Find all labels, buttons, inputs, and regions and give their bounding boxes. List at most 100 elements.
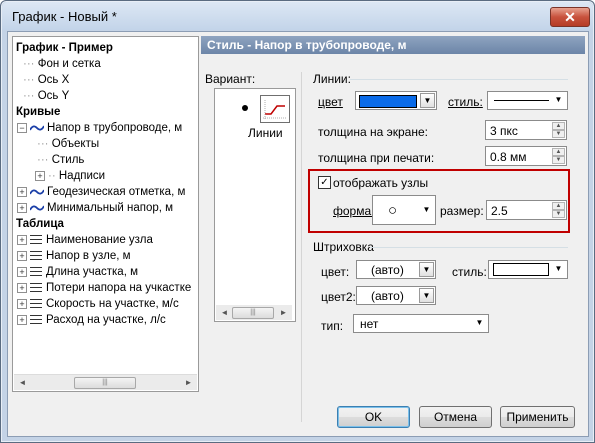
- chevron-down-icon[interactable]: ▼: [419, 203, 434, 218]
- print-width-value[interactable]: 0.8 мм: [490, 150, 527, 164]
- panel-divider: [301, 72, 302, 422]
- hatch-style-select[interactable]: ▼: [488, 260, 568, 279]
- apply-button[interactable]: Применить: [500, 406, 575, 428]
- circle-shape-icon: ○: [388, 202, 398, 219]
- expand-icon[interactable]: +: [17, 202, 27, 213]
- node-size-spinner[interactable]: 2.5 ▲ ▼: [486, 200, 567, 220]
- scroll-thumb[interactable]: |||: [74, 377, 136, 389]
- tree-item-geodetic[interactable]: + Геодезическая отметка, м: [17, 184, 185, 200]
- hatch-style-swatch: [493, 263, 549, 276]
- print-width-label: толщина при печати:: [318, 151, 435, 165]
- table-icon: [30, 235, 42, 245]
- line-style-icon: [263, 100, 287, 120]
- collapse-icon[interactable]: −: [17, 122, 27, 133]
- spin-up-icon[interactable]: ▲: [552, 122, 565, 130]
- chevron-down-icon[interactable]: ▼: [419, 288, 434, 303]
- expand-icon[interactable]: +: [17, 186, 27, 197]
- tree-horizontal-scrollbar[interactable]: ◄ ||| ►: [14, 374, 197, 390]
- spin-up-icon[interactable]: ▲: [552, 148, 565, 156]
- close-button[interactable]: ✕: [550, 7, 590, 27]
- tree-item-axis-x[interactable]: ··· Ось X: [23, 72, 69, 88]
- tree-item-pipe-head[interactable]: − Напор в трубопроводе, м: [17, 120, 182, 136]
- show-nodes-checkbox[interactable]: ✓: [318, 176, 331, 189]
- dialog-window: График - Новый * ✕ График - Пример ··· Ф…: [0, 0, 595, 443]
- hatch-color2-select[interactable]: (авто) ▼: [356, 286, 436, 305]
- spin-down-icon[interactable]: ▼: [552, 156, 565, 164]
- tree-item-objects[interactable]: ··· Объекты: [37, 136, 99, 152]
- cancel-button[interactable]: Отмена: [419, 406, 492, 428]
- spin-down-icon[interactable]: ▼: [552, 210, 565, 218]
- scroll-left-icon[interactable]: ◄: [217, 306, 232, 319]
- chevron-down-icon[interactable]: ▼: [472, 316, 487, 331]
- shape-label: форма:: [333, 204, 375, 218]
- table-icon: [30, 299, 42, 309]
- scroll-right-icon[interactable]: ►: [181, 376, 196, 389]
- hatch-color-select[interactable]: (авто) ▼: [356, 260, 436, 279]
- tree-item-min-head[interactable]: + Минимальный напор, м: [17, 200, 173, 216]
- tree-item-labels[interactable]: + ·· Надписи: [35, 168, 105, 184]
- table-icon: [30, 251, 42, 261]
- spin-down-icon[interactable]: ▼: [552, 130, 565, 138]
- variant-scrollbar[interactable]: ◄ ||| ►: [216, 305, 292, 320]
- scroll-left-icon[interactable]: ◄: [15, 376, 30, 389]
- ok-button[interactable]: OK: [337, 406, 410, 428]
- line-style-select[interactable]: ▼: [487, 91, 568, 110]
- line-style-preview: [494, 100, 549, 101]
- tree-item-node-head[interactable]: + Напор в узле, м: [17, 248, 131, 264]
- expand-icon[interactable]: +: [17, 314, 27, 325]
- curve-icon: [30, 125, 44, 131]
- expand-icon[interactable]: +: [17, 250, 27, 261]
- variant-lines-option[interactable]: [260, 95, 290, 123]
- tree-item-velocity[interactable]: + Скорость на участке, м/с: [17, 296, 179, 312]
- expand-icon[interactable]: +: [17, 266, 27, 277]
- tree-item-section-length[interactable]: + Длина участка, м: [17, 264, 138, 280]
- expand-icon[interactable]: +: [17, 298, 27, 309]
- group-separator: [370, 247, 568, 248]
- table-icon: [30, 315, 42, 325]
- curve-icon: [30, 189, 44, 195]
- tree-item-table[interactable]: Таблица: [16, 216, 64, 232]
- scroll-right-icon[interactable]: ►: [276, 306, 291, 319]
- variant-label: Вариант:: [205, 72, 256, 86]
- title-bar[interactable]: График - Новый * ✕: [2, 2, 593, 30]
- line-color-select[interactable]: ▼: [355, 91, 437, 110]
- tree-item-curves[interactable]: Кривые: [16, 104, 60, 120]
- variant-lines-label: Линии: [248, 126, 283, 140]
- expand-icon[interactable]: +: [17, 234, 27, 245]
- scroll-thumb[interactable]: |||: [232, 307, 274, 319]
- table-icon: [30, 283, 42, 293]
- radio-selected-icon[interactable]: [242, 105, 248, 111]
- hatch-type-select[interactable]: нет ▼: [353, 314, 489, 333]
- line-color-swatch: [359, 95, 417, 108]
- screen-width-spinner[interactable]: 3 пкс ▲ ▼: [485, 120, 567, 140]
- chevron-down-icon[interactable]: ▼: [551, 262, 566, 277]
- hatch-color-label: цвет:: [321, 265, 350, 279]
- tree-item-flow[interactable]: + Расход на участке, л/с: [17, 312, 166, 328]
- window-title: График - Новый *: [12, 9, 117, 24]
- spin-up-icon[interactable]: ▲: [552, 202, 565, 210]
- tree-item-style[interactable]: ··· Стиль: [37, 152, 84, 168]
- dialog-client: График - Пример ··· Фон и сетка ··· Ось …: [7, 31, 589, 437]
- variant-list: Линии ◄ ||| ►: [214, 88, 296, 322]
- tree-item-node-name[interactable]: + Наименование узла: [17, 232, 153, 248]
- node-shape-select[interactable]: ○ ▼: [372, 195, 436, 225]
- tree-item-background[interactable]: ··· Фон и сетка: [23, 56, 101, 72]
- tree-item-head-loss[interactable]: + Потери напора на учкастке: [17, 280, 191, 296]
- chevron-down-icon[interactable]: ▼: [420, 93, 435, 108]
- tree-item-axis-y[interactable]: ··· Ось Y: [23, 88, 69, 104]
- hatch-color2-value: (авто): [371, 289, 404, 303]
- node-size-value[interactable]: 2.5: [491, 204, 508, 218]
- hatch-color-value: (авто): [371, 263, 404, 277]
- screen-width-value[interactable]: 3 пкс: [490, 124, 518, 138]
- hatch-type-label: тип:: [321, 319, 344, 333]
- panel-header: Стиль - Напор в трубопроводе, м: [201, 36, 585, 54]
- screen-width-label: толщина на экране:: [318, 125, 428, 139]
- hatch-group-label: Штриховка: [313, 240, 374, 254]
- print-width-spinner[interactable]: 0.8 мм ▲ ▼: [485, 146, 567, 166]
- chevron-down-icon[interactable]: ▼: [551, 93, 566, 108]
- expand-icon[interactable]: +: [35, 170, 45, 181]
- node-size-label: размер:: [440, 204, 484, 218]
- expand-icon[interactable]: +: [17, 282, 27, 293]
- chevron-down-icon[interactable]: ▼: [419, 262, 434, 277]
- tree-item-graph[interactable]: График - Пример: [16, 40, 113, 56]
